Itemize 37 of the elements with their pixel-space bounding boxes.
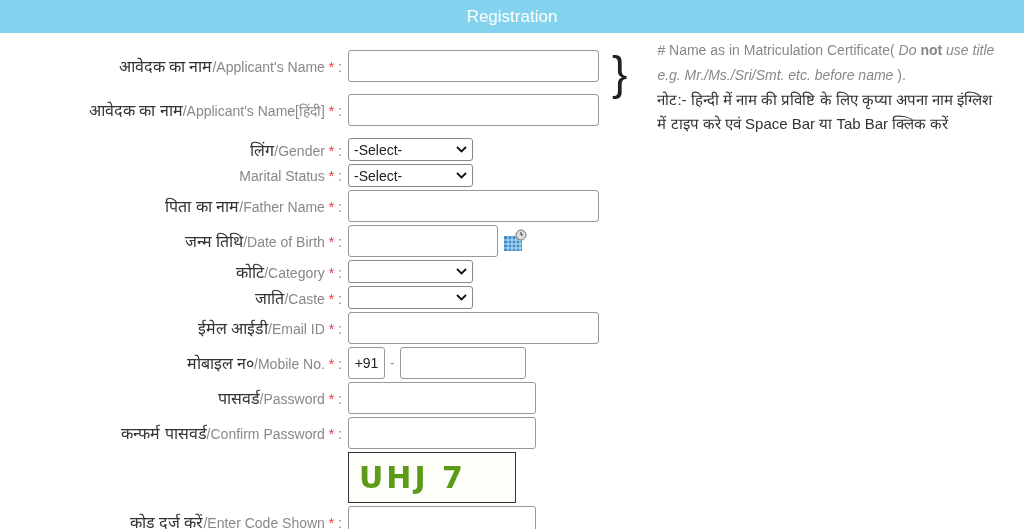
field-label: ईमेल आईडी/Email ID * : (196, 318, 343, 339)
select-dropdown[interactable] (348, 260, 473, 283)
field-label: Marital Status * : (238, 167, 343, 184)
mobile-field[interactable] (399, 347, 526, 379)
chevron-icon (456, 146, 467, 153)
text-field[interactable] (348, 190, 599, 222)
field-label: कोटि/Category * : (235, 262, 343, 283)
select-dropdown[interactable]: -Select- (348, 164, 473, 187)
field-label: आवेदक का नाम/Applicant's Name * : (117, 56, 343, 77)
password-field[interactable] (348, 506, 536, 529)
captcha-image: UHJ 7 (348, 452, 516, 503)
country-code-field[interactable]: +91 (348, 347, 385, 379)
chevron-icon (456, 172, 467, 179)
field-label: पासवर्ड/Password * : (216, 388, 343, 409)
date-field[interactable] (348, 225, 498, 257)
calendar-icon[interactable] (502, 228, 528, 254)
select-dropdown[interactable] (348, 286, 473, 309)
password-field[interactable] (348, 382, 536, 414)
field-label: मोबाइल न०/Mobile No. * : (185, 353, 343, 374)
text-field[interactable] (348, 50, 599, 82)
hindi-note: नोट:- हिन्दी में नाम की प्रविष्टि के लिए कृप्या अपना नाम इंग्लिश में टाइप करे एवं Space Bar या Tab Bar क्लिक करें (657, 90, 994, 134)
separator: - (390, 355, 395, 371)
field-label: लिंग/Gender * : (249, 140, 343, 161)
field-label: जन्म तिथि/Date of Birth * : (183, 231, 343, 252)
field-label: कन्फर्म पासवर्ड/Confirm Password * : (120, 423, 343, 444)
field-label: पिता का नाम/Father Name * : (164, 196, 343, 217)
select-dropdown[interactable]: -Select- (348, 138, 473, 161)
chevron-icon (456, 294, 467, 301)
chevron-icon (456, 268, 467, 275)
field-label: आवेदक का नाम/Applicant's Name[हिंदी] * : (87, 100, 343, 121)
field-label: जाति/Caste * : (254, 288, 343, 309)
field-label: कोड दर्ज करें/Enter Code Shown * : (128, 512, 343, 529)
page-title: Registration (466, 6, 558, 27)
text-field[interactable] (348, 94, 599, 126)
password-field[interactable] (348, 417, 536, 449)
note-text: # Name as in Matriculation Certificate( Do not use title e.g. Mr./Ms./Sri/Smt. etc. before name ). (657, 41, 996, 85)
text-field[interactable] (348, 312, 599, 344)
